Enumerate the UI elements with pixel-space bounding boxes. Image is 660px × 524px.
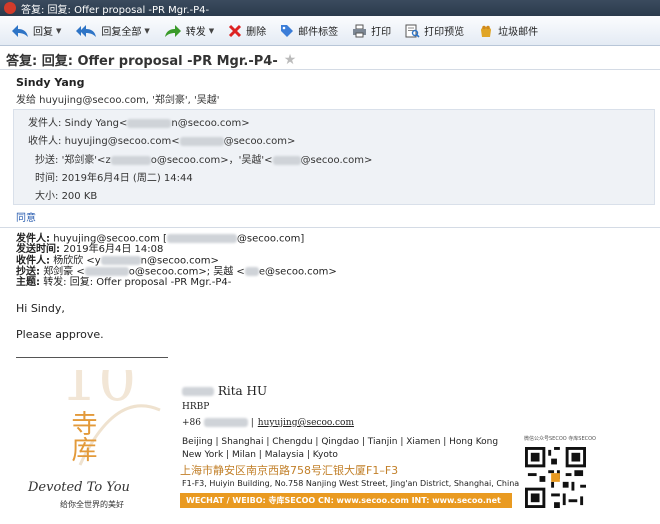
greeting: Hi Sindy,: [16, 302, 65, 315]
signature-divider: [16, 357, 168, 358]
signature-title: HRBP: [182, 402, 210, 412]
divider: [0, 227, 660, 228]
signature-email[interactable]: huyujing@secoo.com: [258, 418, 354, 428]
logo-tagline: 给你全世界的美好: [60, 499, 124, 509]
forwarded-subject: 主题: 转发: 回复: Offer proposal -PR Mgr.-P4-: [16, 276, 232, 288]
signature-address-cn: 上海市静安区南京西路758号汇银大厦F1–F3: [180, 464, 399, 477]
qr-code-icon: [525, 447, 586, 508]
delete-icon: [229, 24, 242, 37]
detail-cc: 抄送: '郑剑豪'<z o@secoo.com>，'吴越'< @secoo.com>: [35, 155, 373, 166]
reply-all-icon: [76, 24, 97, 37]
reply-all-dropdown-icon[interactable]: ▼: [144, 27, 149, 35]
reply-button[interactable]: 回复 ▼: [6, 19, 66, 43]
forwarded-header: 发件人: huyujing@secoo.com [@secoo.com] 发送时…: [16, 234, 337, 288]
detail-size: 大小: 200 KB: [35, 191, 98, 202]
signature-cities-1: Beijing | Shanghai | Chengdu | Qingdao |…: [182, 437, 499, 447]
junk-icon: [481, 25, 492, 37]
logo-cn-text: 寺库: [67, 410, 97, 462]
forwarded-to: 收件人: 杨欣欣 <y n@secoo.com>: [16, 255, 219, 266]
secoo-logo: 10 寺库 Devoted To You 给你全世界的美好: [27, 370, 161, 509]
detail-to: 收件人: huyujing@secoo.com< @secoo.com>: [28, 136, 296, 147]
print-preview-button[interactable]: 打印预览: [400, 19, 469, 43]
window-titlebar: 答复: 回复: Offer proposal -PR Mgr.-P4-: [0, 0, 660, 16]
print-preview-icon: [405, 24, 420, 38]
forward-icon: [164, 24, 181, 37]
toolbar: 回复 ▼ 回复全部 ▼ 转发 ▼ 删除 邮件标签 打印 打印预览 垃圾邮件: [0, 16, 660, 46]
signature-contact: +86 | huyujing@secoo.com: [182, 418, 354, 428]
reply-dropdown-icon[interactable]: ▼: [56, 27, 61, 35]
message-subject: 答复: 回复: Offer proposal -PR Mgr.-P4- ★: [6, 51, 297, 70]
logo-en-text: Devoted To You: [27, 480, 130, 495]
recipients-summary: 发给 huyujing@secoo.com, '郑剑豪', '吴越': [16, 95, 220, 106]
agree-link[interactable]: 同意: [16, 209, 36, 224]
signature-social-bar: WECHAT / WEIBO: 寺库SECOO CN: www.secoo.co…: [180, 493, 512, 508]
junk-button[interactable]: 垃圾邮件: [473, 19, 543, 43]
sender-name[interactable]: Sindy Yang: [16, 76, 84, 89]
body-text: Please approve.: [16, 328, 104, 341]
detail-time: 时间: 2019年6月4日 (周二) 14:44: [35, 173, 193, 184]
signature-name: Rita HU: [182, 384, 267, 398]
print-icon: [353, 24, 367, 37]
window-title: 答复: 回复: Offer proposal -PR Mgr.-P4-: [21, 4, 210, 16]
signature-address-en: F1-F3, Huiyin Building, No.758 Nanjing W…: [182, 479, 520, 488]
print-button[interactable]: 打印: [347, 19, 396, 43]
header-details: 发件人: Sindy Yang< n@secoo.com> 收件人: huyuji…: [13, 109, 655, 205]
star-icon[interactable]: ★: [284, 52, 297, 68]
qr-caption: 微信公众号SECOO 寺库SECOO: [524, 436, 596, 442]
delete-button[interactable]: 删除: [223, 19, 271, 43]
tag-button[interactable]: 邮件标签: [275, 19, 343, 43]
reply-icon: [12, 24, 28, 37]
reply-all-button[interactable]: 回复全部 ▼: [70, 19, 154, 43]
divider: [0, 69, 660, 70]
signature-cities-2: New York | Milan | Malaysia | Kyoto: [182, 450, 338, 460]
forward-dropdown-icon[interactable]: ▼: [209, 27, 214, 35]
forwarded-sent: 发送时间: 2019年6月4日 14:08: [16, 244, 164, 255]
app-icon: [4, 2, 16, 14]
detail-from: 发件人: Sindy Yang< n@secoo.com>: [28, 118, 250, 129]
tag-icon: [281, 24, 294, 37]
forward-button[interactable]: 转发 ▼: [159, 19, 219, 43]
